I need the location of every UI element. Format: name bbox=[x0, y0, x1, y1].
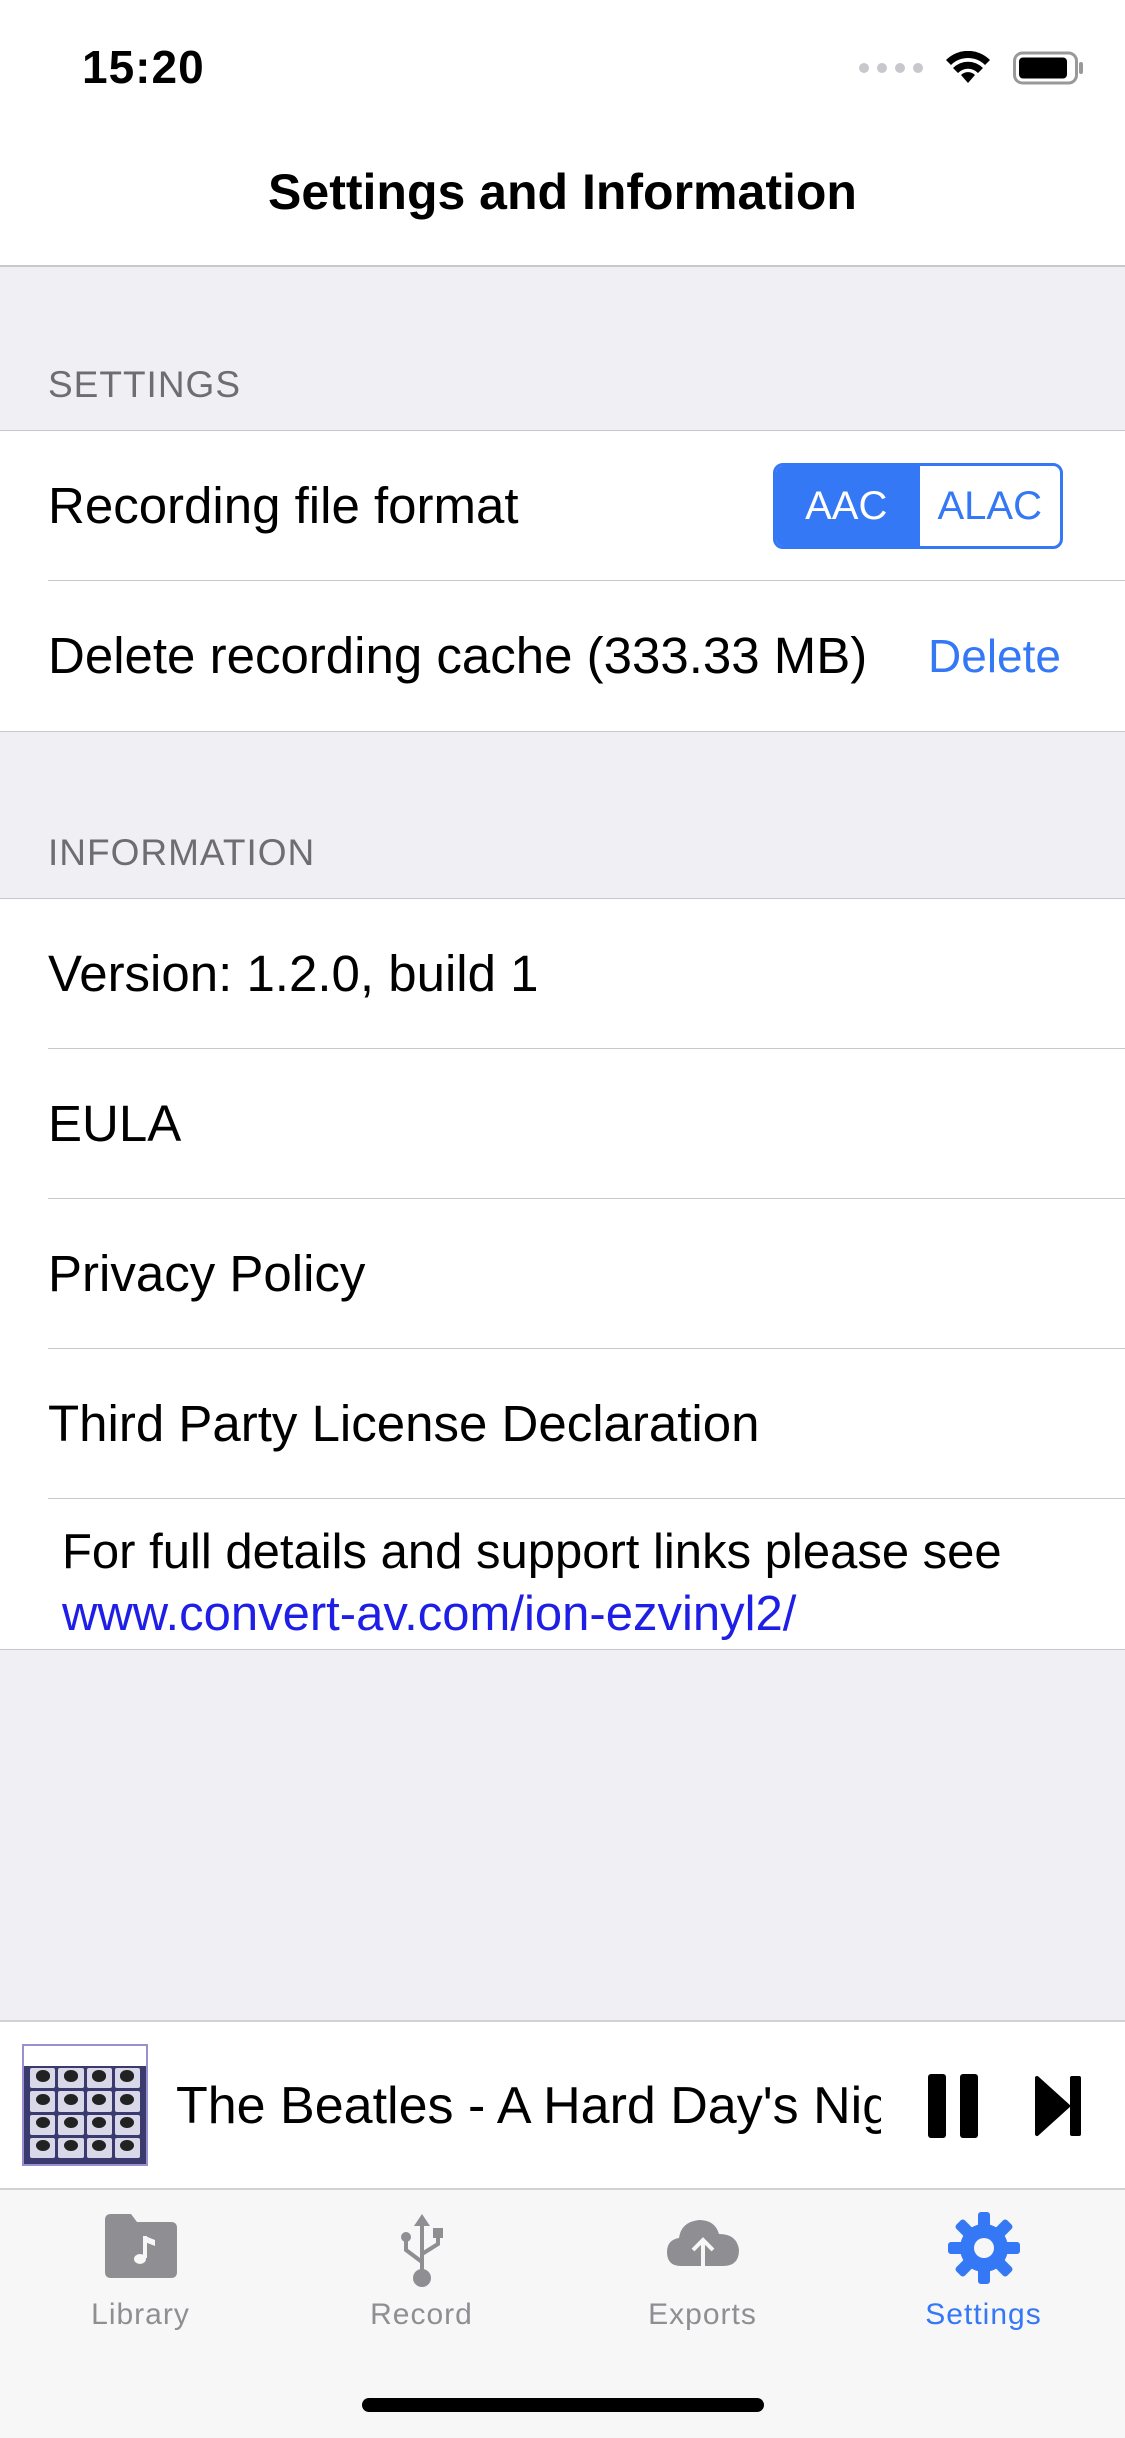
delete-cache-row: Delete recording cache (333.33 MB) Delet… bbox=[0, 581, 1125, 731]
now-playing-title: The Beatles - A Hard Day's Night bbox=[176, 2077, 881, 2135]
cellular-signal-icon bbox=[859, 63, 923, 73]
tab-library-label: Library bbox=[91, 2298, 190, 2331]
third-party-license-row[interactable]: Third Party License Declaration bbox=[0, 1349, 1125, 1499]
support-link[interactable]: www.convert-av.com/ion-ezvinyl2/ bbox=[62, 1583, 1002, 1645]
information-group: Version: 1.2.0, build 1 EULA Privacy Pol… bbox=[0, 898, 1125, 1650]
format-option-aac[interactable]: AAC bbox=[776, 466, 917, 546]
details-text: For full details and support links pleas… bbox=[62, 1525, 1002, 1579]
wifi-icon bbox=[946, 51, 990, 83]
navigation-bar: Settings and Information bbox=[0, 135, 1125, 267]
eula-row[interactable]: EULA bbox=[0, 1049, 1125, 1199]
tab-exports[interactable]: Exports bbox=[562, 2190, 843, 2350]
pause-icon[interactable] bbox=[928, 2074, 978, 2138]
details-text-block: For full details and support links pleas… bbox=[62, 1521, 1002, 1645]
status-icons bbox=[859, 48, 1085, 88]
tab-settings[interactable]: Settings bbox=[843, 2190, 1124, 2350]
privacy-policy-row[interactable]: Privacy Policy bbox=[0, 1199, 1125, 1349]
mini-player[interactable]: The Beatles - A Hard Day's Night bbox=[0, 2020, 1125, 2190]
privacy-policy-label: Privacy Policy bbox=[48, 1245, 366, 1302]
gear-icon bbox=[947, 2212, 1020, 2284]
settings-section-header: SETTINGS bbox=[48, 364, 242, 405]
third-party-license-label: Third Party License Declaration bbox=[48, 1395, 760, 1452]
settings-group: Recording file format AAC ALAC Delete re… bbox=[0, 430, 1125, 732]
details-row: For full details and support links pleas… bbox=[0, 1499, 1125, 1649]
version-row: Version: 1.2.0, build 1 bbox=[0, 899, 1125, 1049]
status-bar: 15:20 bbox=[0, 0, 1125, 135]
page-title: Settings and Information bbox=[268, 164, 857, 220]
usb-icon bbox=[400, 2214, 443, 2287]
recording-format-label: Recording file format bbox=[48, 477, 519, 534]
tab-settings-label: Settings bbox=[925, 2298, 1042, 2331]
cloud-upload-icon bbox=[666, 2220, 739, 2272]
album-art bbox=[22, 2044, 148, 2166]
version-label: Version: 1.2.0, build 1 bbox=[48, 945, 539, 1002]
information-section-header: INFORMATION bbox=[48, 832, 316, 873]
format-option-alac[interactable]: ALAC bbox=[920, 466, 1061, 546]
skip-forward-icon[interactable] bbox=[1034, 2074, 1084, 2138]
recording-format-row: Recording file format AAC ALAC bbox=[0, 431, 1125, 581]
eula-label: EULA bbox=[48, 1095, 182, 1152]
battery-icon bbox=[1013, 51, 1083, 85]
tab-library[interactable]: Library bbox=[0, 2190, 281, 2350]
status-time: 15:20 bbox=[82, 41, 205, 93]
format-segmented-control[interactable]: AAC ALAC bbox=[773, 463, 1063, 549]
home-indicator bbox=[362, 2398, 764, 2412]
tab-exports-label: Exports bbox=[648, 2298, 757, 2331]
delete-cache-label: Delete recording cache (333.33 MB) bbox=[48, 627, 868, 684]
music-folder-icon bbox=[104, 2214, 177, 2278]
tab-record[interactable]: Record bbox=[281, 2190, 562, 2350]
delete-cache-button[interactable]: Delete bbox=[928, 581, 1061, 731]
tab-record-label: Record bbox=[370, 2298, 473, 2331]
